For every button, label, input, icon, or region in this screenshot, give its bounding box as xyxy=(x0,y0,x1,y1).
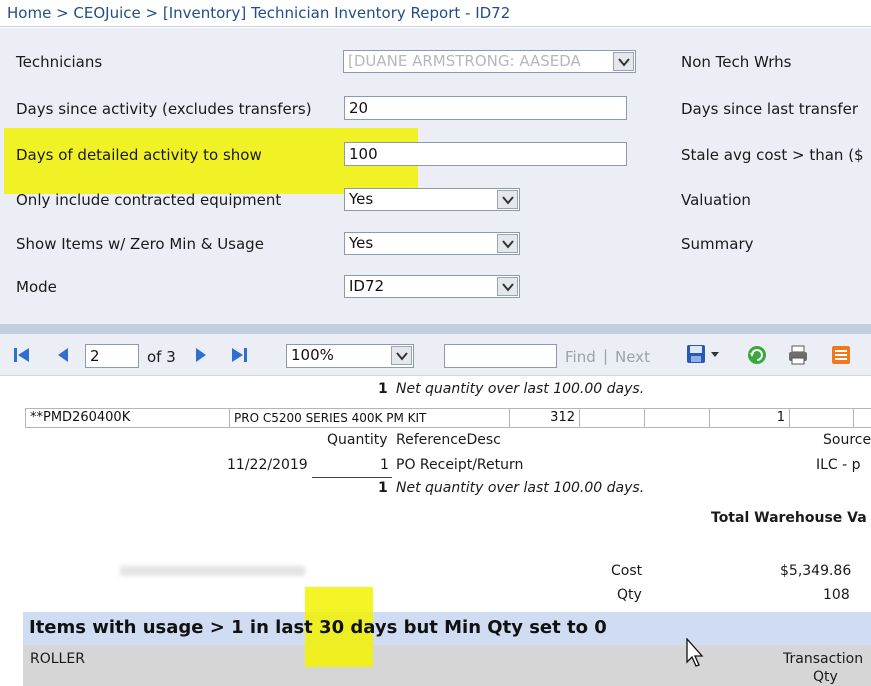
transaction-quantity: 1 xyxy=(380,457,389,473)
qty-value: 108 xyxy=(823,587,850,603)
find-divider: | xyxy=(603,347,609,365)
print-icon[interactable] xyxy=(787,344,809,370)
qty-column-header: Qty xyxy=(813,669,838,685)
subtotal-rule xyxy=(312,477,392,478)
mode-label: Mode xyxy=(16,278,57,296)
net-quantity-value: 1 xyxy=(378,381,388,397)
item-description-cell: PRO C5200 SERIES 400K PM KIT xyxy=(229,408,510,428)
transaction-date: 11/22/2019 xyxy=(227,457,308,473)
source-header: Source xyxy=(823,432,871,448)
transaction-column-header: Transaction xyxy=(783,651,864,667)
item-qty-cell: 1 xyxy=(709,408,790,428)
summary-label: Summary xyxy=(681,235,754,253)
next-page-icon[interactable] xyxy=(195,347,207,367)
days-detailed-activity-label: Days of detailed activity to show xyxy=(16,146,262,164)
days-since-last-transfer-label: Days since last transfer xyxy=(681,100,858,118)
redacted-text xyxy=(120,566,305,576)
mode-value: ID72 xyxy=(349,277,385,295)
item-code-cell: **PMD260400K xyxy=(25,408,230,428)
page-count-label: of 3 xyxy=(147,348,176,366)
zero-min-usage-value: Yes xyxy=(349,234,374,252)
days-detailed-activity-input[interactable]: 100 xyxy=(344,142,627,166)
zoom-select[interactable]: 100% xyxy=(286,344,414,368)
last-page-icon[interactable] xyxy=(230,347,248,367)
panel-separator[interactable] xyxy=(0,324,871,334)
chevron-down-icon[interactable] xyxy=(613,52,634,71)
technicians-value: [DUANE ARMSTRONG: AASEDA xyxy=(348,52,581,70)
table-cell xyxy=(579,408,645,428)
transaction-reference: PO Receipt/Return xyxy=(396,457,524,473)
roller-column-header: ROLLER xyxy=(30,651,85,667)
chevron-down-icon[interactable] xyxy=(497,190,518,209)
mode-select[interactable]: ID72 xyxy=(344,275,520,298)
cost-value: $5,349.86 xyxy=(780,563,852,579)
mouse-cursor-icon xyxy=(686,637,706,672)
chevron-down-icon[interactable] xyxy=(497,277,518,296)
technicians-label: Technicians xyxy=(16,53,103,71)
zero-min-usage-label: Show Items w/ Zero Min & Usage xyxy=(16,235,264,253)
previous-page-icon[interactable] xyxy=(57,347,69,367)
contracted-equipment-value: Yes xyxy=(349,190,374,208)
net-quantity-text: Net quantity over last 100.00 days. xyxy=(396,381,645,397)
stale-avg-cost-label: Stale avg cost > than ($ xyxy=(681,146,864,164)
net-quantity-text: Net quantity over last 100.00 days. xyxy=(396,480,645,496)
technicians-select[interactable]: [DUANE ARMSTRONG: AASEDA xyxy=(343,50,636,73)
net-quantity-value: 1 xyxy=(378,480,388,496)
find-next-link[interactable]: Next xyxy=(615,348,650,366)
contracted-equipment-select[interactable]: Yes xyxy=(344,188,520,211)
item-number-cell: 312 xyxy=(509,408,580,428)
zero-min-usage-select[interactable]: Yes xyxy=(344,232,520,255)
data-feed-icon[interactable] xyxy=(830,344,852,370)
total-warehouse-value-label: Total Warehouse Va xyxy=(711,510,867,526)
days-since-activity-label: Days since activity (excludes transfers) xyxy=(16,100,312,118)
find-link[interactable]: Find xyxy=(565,348,596,366)
page-number-input[interactable]: 2 xyxy=(85,344,139,368)
export-save-icon[interactable] xyxy=(686,344,720,368)
transaction-source: ILC - p xyxy=(816,457,861,473)
table-cell xyxy=(853,408,871,428)
first-page-icon[interactable] xyxy=(13,347,31,367)
days-since-activity-input[interactable]: 20 xyxy=(344,96,627,120)
table-cell xyxy=(789,408,854,428)
valuation-label: Valuation xyxy=(681,191,751,209)
table-cell xyxy=(644,408,710,428)
breadcrumb[interactable]: Home > CEOJuice > [Inventory] Technician… xyxy=(0,0,871,27)
find-text-input[interactable] xyxy=(444,344,557,368)
cost-label: Cost xyxy=(611,563,643,579)
contracted-equipment-label: Only include contracted equipment xyxy=(16,191,282,209)
zoom-value: 100% xyxy=(291,346,334,364)
refresh-icon[interactable] xyxy=(746,344,768,370)
reference-desc-header: ReferenceDesc xyxy=(396,432,501,448)
section-title: Items with usage > 1 in last 30 days but… xyxy=(29,617,607,638)
quantity-header: Quantity xyxy=(327,432,388,448)
chevron-down-icon[interactable] xyxy=(497,234,518,253)
column-header-bar xyxy=(23,645,871,686)
chevron-down-icon[interactable] xyxy=(391,346,412,365)
non-tech-wrhs-label: Non Tech Wrhs xyxy=(681,53,792,71)
qty-label: Qty xyxy=(617,587,642,603)
